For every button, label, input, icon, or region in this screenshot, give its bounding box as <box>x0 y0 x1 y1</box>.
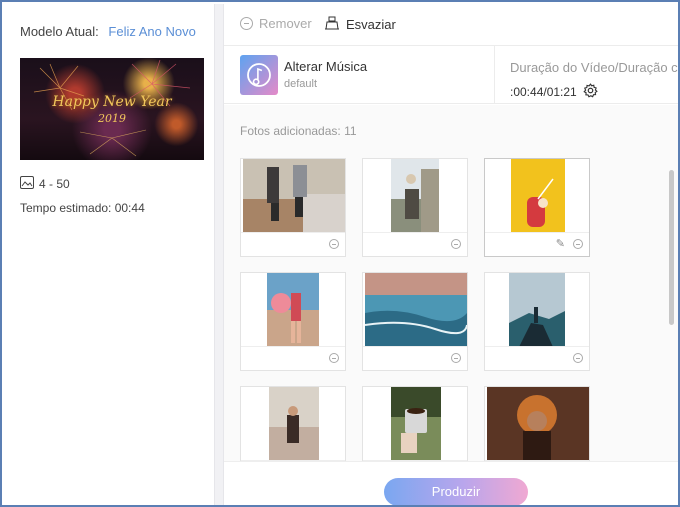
photo-card[interactable] <box>362 158 468 257</box>
current-model-row: Modelo Atual: Feliz Ano Novo <box>20 24 196 39</box>
music-divider <box>494 46 495 104</box>
photo-card-footer <box>363 346 467 370</box>
image-icon <box>20 176 34 192</box>
thumbnail-year: 2019 <box>98 112 126 125</box>
empty-button[interactable]: Esvaziar <box>324 16 396 33</box>
photo-thumbnail <box>487 387 589 461</box>
panel-splitter[interactable] <box>214 4 224 505</box>
current-model-value[interactable]: Feliz Ano Novo <box>108 24 195 39</box>
photo-card-footer <box>485 346 589 370</box>
broom-icon <box>324 16 340 33</box>
app-window: Modelo Atual: Feliz Ano Novo Happy New Y… <box>0 0 680 507</box>
estimated-time: Tempo estimado: 00:44 <box>20 201 145 215</box>
photo-card-footer: ✎ <box>485 232 589 256</box>
gear-icon[interactable] <box>583 83 598 101</box>
photo-card-footer <box>241 232 345 256</box>
remove-photo-icon[interactable] <box>329 353 339 363</box>
produce-button[interactable]: Produzir <box>384 478 528 505</box>
photo-card[interactable] <box>240 386 346 461</box>
remove-photo-icon[interactable] <box>329 239 339 249</box>
photo-thumbnail <box>364 273 468 347</box>
photo-thumbnail <box>243 159 345 233</box>
remove-icon <box>240 17 253 30</box>
change-music-link[interactable]: Alterar Música <box>284 59 367 74</box>
music-row: Alterar Música default Duração do Vídeo/… <box>224 46 678 104</box>
photo-thumbnail <box>267 273 319 347</box>
photo-thumbnail <box>391 159 439 233</box>
photo-thumbnail <box>509 273 565 347</box>
photos-count: Fotos adicionadas: 11 <box>240 124 357 138</box>
duration-value: :00:44/01:21 <box>510 85 577 99</box>
photo-card[interactable] <box>484 272 590 371</box>
empty-label: Esvaziar <box>346 17 396 32</box>
remove-photo-icon[interactable] <box>573 353 583 363</box>
photo-grid-area: Fotos adicionadas: 11 ✎ <box>224 105 678 461</box>
photo-card[interactable]: ✎ <box>484 158 590 257</box>
remove-button[interactable]: Remover <box>240 16 312 31</box>
photo-range-row: 4 - 50 <box>20 176 70 192</box>
photo-thumbnail <box>511 159 565 233</box>
music-icon[interactable] <box>240 55 278 95</box>
editor-panel: Remover Esvaziar Alterar Música default … <box>224 4 678 505</box>
remove-label: Remover <box>259 16 312 31</box>
music-name: default <box>284 78 318 90</box>
photo-range-text: 4 - 50 <box>39 177 70 191</box>
photo-card[interactable] <box>362 386 468 461</box>
template-thumbnail[interactable]: Happy New Year 2019 <box>20 58 204 160</box>
photo-thumbnail <box>391 387 441 461</box>
photo-card-footer <box>241 346 345 370</box>
template-panel: Modelo Atual: Feliz Ano Novo Happy New Y… <box>4 4 214 505</box>
photo-card-footer <box>363 232 467 256</box>
remove-photo-icon[interactable] <box>573 239 583 249</box>
duration-row: :00:44/01:21 <box>510 83 598 101</box>
photo-card[interactable] <box>484 386 590 461</box>
remove-photo-icon[interactable] <box>451 353 461 363</box>
edit-icon[interactable]: ✎ <box>556 237 565 250</box>
photo-card[interactable] <box>240 272 346 371</box>
photo-card[interactable] <box>362 272 468 371</box>
photo-thumbnail <box>269 387 319 461</box>
scrollbar[interactable] <box>669 170 674 325</box>
photo-card[interactable] <box>240 158 346 257</box>
remove-photo-icon[interactable] <box>451 239 461 249</box>
footer-bar: Produzir <box>224 461 678 505</box>
thumbnail-title: Happy New Year <box>52 94 172 110</box>
toolbar: Remover Esvaziar <box>224 4 678 46</box>
current-model-label: Modelo Atual: <box>20 24 99 39</box>
duration-label: Duração do Vídeo/Duração c <box>510 60 678 75</box>
